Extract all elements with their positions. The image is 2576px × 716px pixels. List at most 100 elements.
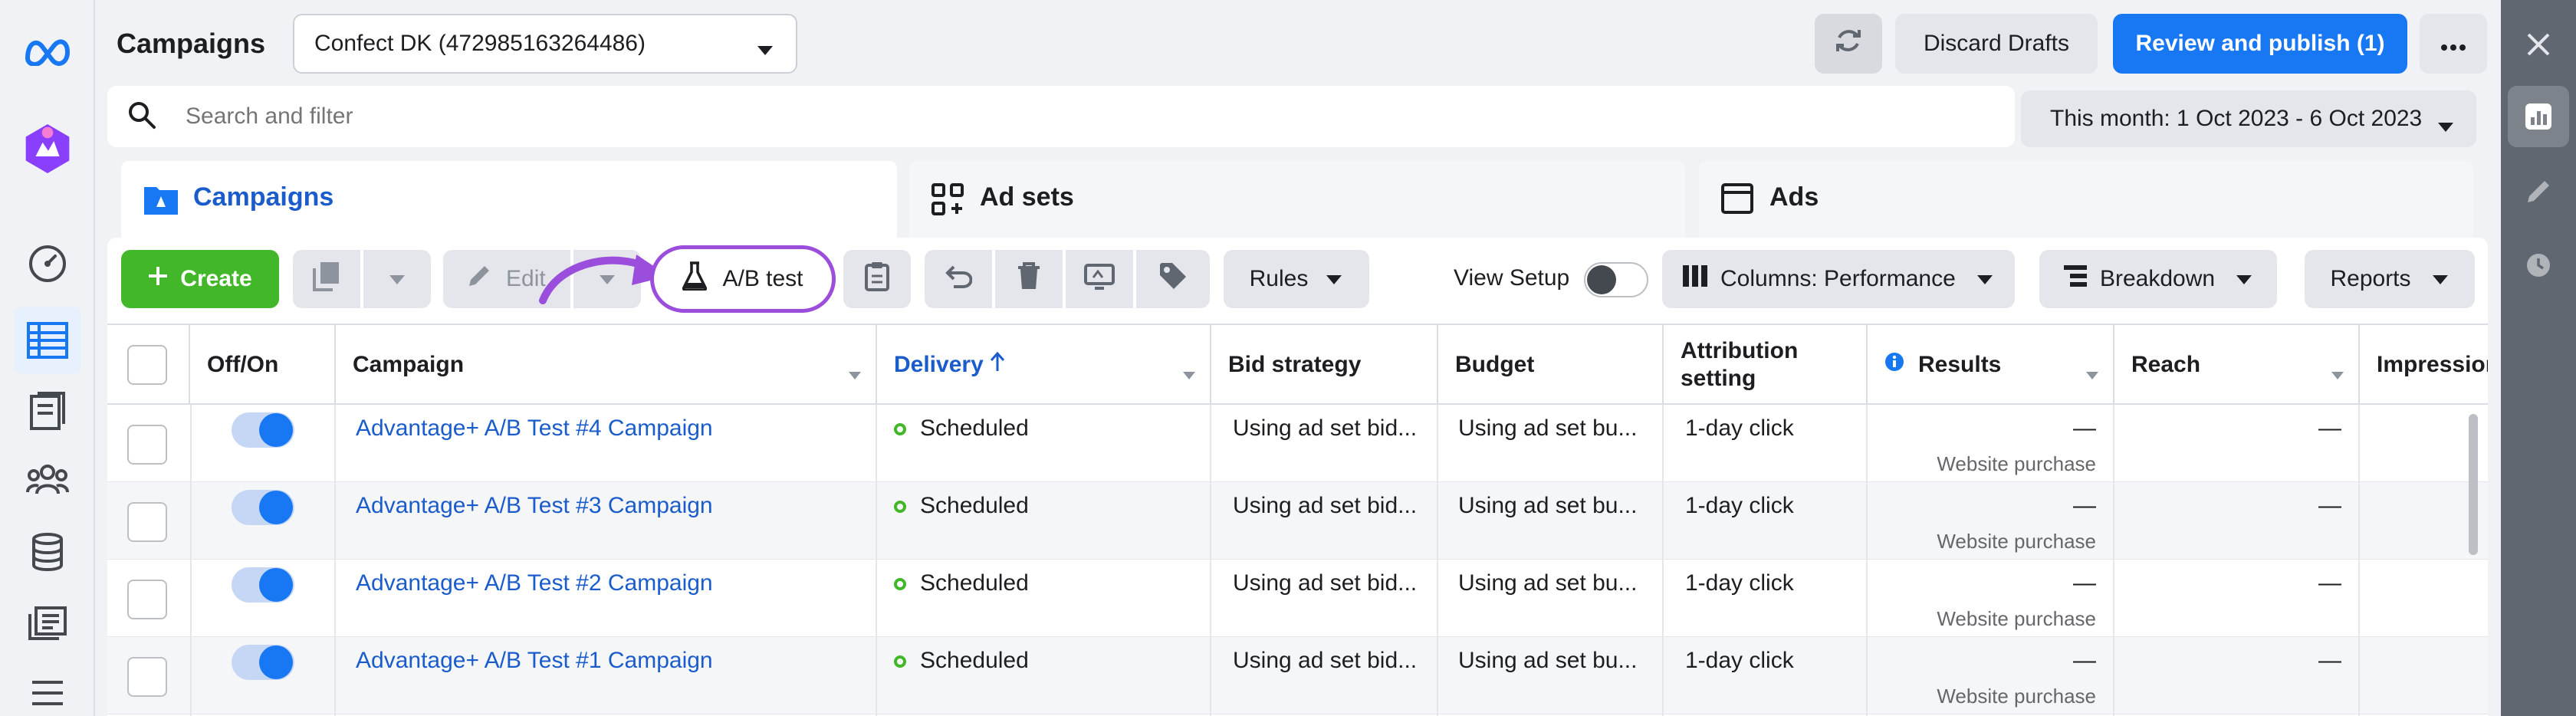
ab-test-label: A/B test — [722, 266, 803, 291]
status-dot-icon — [894, 578, 906, 591]
budget-value: Using ad set bu... — [1458, 415, 1638, 441]
create-button[interactable]: Create — [121, 250, 279, 308]
duplicate-button[interactable] — [293, 250, 360, 308]
select-all-checkbox[interactable] — [127, 345, 167, 385]
caret-down-icon — [1325, 266, 1343, 292]
campaign-onoff-toggle[interactable] — [232, 412, 294, 448]
campaign-onoff-toggle[interactable] — [232, 490, 294, 525]
header-delivery[interactable]: Delivery — [877, 325, 1211, 405]
ads-manager-table-icon[interactable] — [14, 307, 81, 374]
row-checkbox[interactable] — [127, 425, 167, 465]
results-subtitle: Website purchase — [1937, 452, 2096, 475]
column-divider — [1437, 405, 1438, 716]
delivery-status-label: Scheduled — [920, 648, 1029, 673]
ab-test-button[interactable]: A/B test — [650, 245, 836, 313]
view-setup-toggle[interactable] — [1584, 262, 1648, 297]
table-row[interactable]: Advantage+ A/B Test #3 Campaign Schedule… — [107, 482, 2488, 560]
header-bid-label: Bid strategy — [1228, 352, 1362, 377]
tab-campaigns-label: Campaigns — [193, 182, 334, 212]
audiences-icon[interactable] — [23, 455, 72, 504]
breakdown-button[interactable]: Breakdown — [2039, 250, 2277, 308]
campaign-onoff-toggle[interactable] — [232, 567, 294, 603]
tag-icon — [1158, 261, 1188, 297]
budget-value: Using ad set bu... — [1458, 570, 1638, 596]
header-campaign[interactable]: Campaign — [336, 325, 877, 405]
date-range-button[interactable]: This month: 1 Oct 2023 - 6 Oct 2023 — [2021, 90, 2476, 147]
bid-strategy-value: Using ad set bid... — [1233, 648, 1418, 673]
review-publish-button[interactable]: Review and publish (1) — [2113, 14, 2407, 74]
campaign-name-link[interactable]: Advantage+ A/B Test #1 Campaign — [356, 648, 713, 674]
account-select[interactable]: Confect DK (472985163264486) — [293, 14, 797, 74]
row-checkbox[interactable] — [127, 657, 167, 697]
clipboard-button[interactable] — [843, 250, 911, 308]
rules-button[interactable]: Rules — [1224, 250, 1369, 308]
bid-strategy-value: Using ad set bid... — [1233, 415, 1418, 441]
header-results[interactable]: Results — [1868, 325, 2114, 405]
budget-value: Using ad set bu... — [1458, 493, 1638, 518]
meta-logo-icon[interactable] — [23, 26, 72, 75]
header-budget[interactable]: Budget — [1438, 325, 1664, 405]
dashboard-gauge-icon[interactable] — [23, 239, 72, 288]
search-input[interactable] — [186, 103, 1949, 130]
row-checkbox[interactable] — [127, 502, 167, 542]
tag-button[interactable] — [1136, 250, 1210, 308]
delete-button[interactable] — [995, 250, 1063, 308]
campaign-name-link[interactable]: Advantage+ A/B Test #3 Campaign — [356, 493, 713, 519]
campaign-onoff-toggle[interactable] — [232, 645, 294, 680]
caret-down-icon — [1976, 266, 1994, 292]
delivery-status-label: Scheduled — [920, 493, 1029, 518]
delivery-status-label: Scheduled — [920, 570, 1029, 596]
campaign-name-link[interactable]: Advantage+ A/B Test #4 Campaign — [356, 415, 713, 442]
preview-button[interactable] — [1066, 250, 1133, 308]
info-icon[interactable] — [1884, 352, 1904, 378]
menu-hamburger-icon[interactable] — [23, 668, 72, 716]
header-reach[interactable]: Reach — [2114, 325, 2360, 405]
caret-down-icon — [2431, 266, 2450, 292]
undo-button[interactable] — [925, 250, 992, 308]
more-dots-icon — [2441, 31, 2466, 57]
results-value: — — [2073, 570, 2096, 596]
header-impressions[interactable]: Impression — [2360, 325, 2488, 405]
discard-drafts-button[interactable]: Discard Drafts — [1895, 14, 2098, 74]
vertical-scrollbar[interactable] — [2469, 414, 2478, 555]
duplicate-dropdown-button[interactable] — [363, 250, 431, 308]
create-button-label: Create — [180, 266, 252, 291]
delivery-status: Scheduled — [894, 570, 1029, 596]
profile-avatar-icon[interactable] — [23, 124, 72, 173]
more-options-button[interactable] — [2420, 14, 2487, 74]
pages-icon[interactable] — [23, 386, 72, 435]
flask-icon — [682, 261, 708, 297]
toggle-knob — [259, 491, 293, 524]
columns-label: Columns: Performance — [1720, 266, 1956, 291]
header-bid-strategy[interactable]: Bid strategy — [1211, 325, 1438, 405]
catalog-icon[interactable] — [23, 598, 72, 647]
tab-campaigns[interactable]: Campaigns — [121, 161, 897, 238]
sort-up-arrow-icon — [990, 351, 1005, 379]
close-icon[interactable] — [2508, 14, 2569, 75]
reports-label: Reports — [2330, 266, 2411, 291]
column-divider — [876, 405, 877, 716]
undo-icon — [945, 262, 973, 296]
row-checkbox[interactable] — [127, 580, 167, 619]
history-clock-icon[interactable] — [2508, 235, 2569, 296]
attribution-value: 1-day click — [1685, 570, 1794, 596]
tab-adsets[interactable]: Ad sets — [909, 161, 1685, 238]
table-row[interactable]: Advantage+ A/B Test #2 Campaign Schedule… — [107, 560, 2488, 637]
right-side-panel — [2501, 0, 2576, 716]
campaign-name-link[interactable]: Advantage+ A/B Test #2 Campaign — [356, 570, 713, 596]
search-bar[interactable] — [107, 86, 2015, 147]
chart-bar-icon[interactable] — [2508, 86, 2569, 147]
tab-ads[interactable]: Ads — [1699, 161, 2473, 238]
reports-button[interactable]: Reports — [2305, 250, 2475, 308]
pencil-edit-icon[interactable] — [2508, 161, 2569, 222]
columns-button[interactable]: Columns: Performance — [1662, 250, 2015, 308]
table-row[interactable]: Advantage+ A/B Test #1 Campaign Schedule… — [107, 637, 2488, 714]
results-value: — — [2073, 415, 2096, 441]
column-divider — [1662, 405, 1664, 716]
header-attribution[interactable]: Attribution setting — [1664, 325, 1868, 405]
caret-down-icon — [756, 37, 774, 63]
table-row[interactable]: Advantage+ A/B Test #4 Campaign Schedule… — [107, 405, 2488, 482]
account-select-value: Confect DK (472985163264486) — [314, 31, 646, 56]
refresh-button[interactable] — [1815, 14, 1882, 74]
billing-stack-icon[interactable] — [23, 527, 72, 576]
